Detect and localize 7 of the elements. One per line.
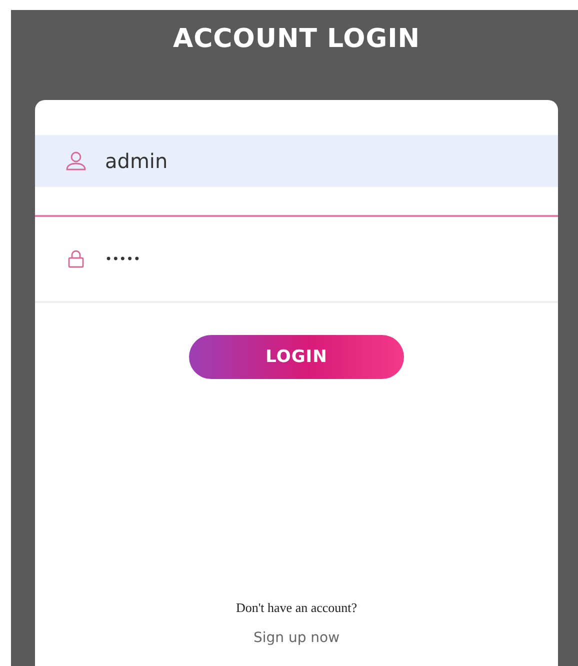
signup-prompt: Don't have an account? <box>236 600 358 616</box>
page-title: ACCOUNT LOGIN <box>172 23 422 56</box>
password-field[interactable]: ••••• <box>105 252 305 266</box>
signup-link[interactable]: Sign up now <box>253 630 340 646</box>
user-icon <box>65 151 87 171</box>
username-field[interactable]: admin <box>105 149 305 173</box>
login-button[interactable]: LOGIN <box>189 335 404 379</box>
